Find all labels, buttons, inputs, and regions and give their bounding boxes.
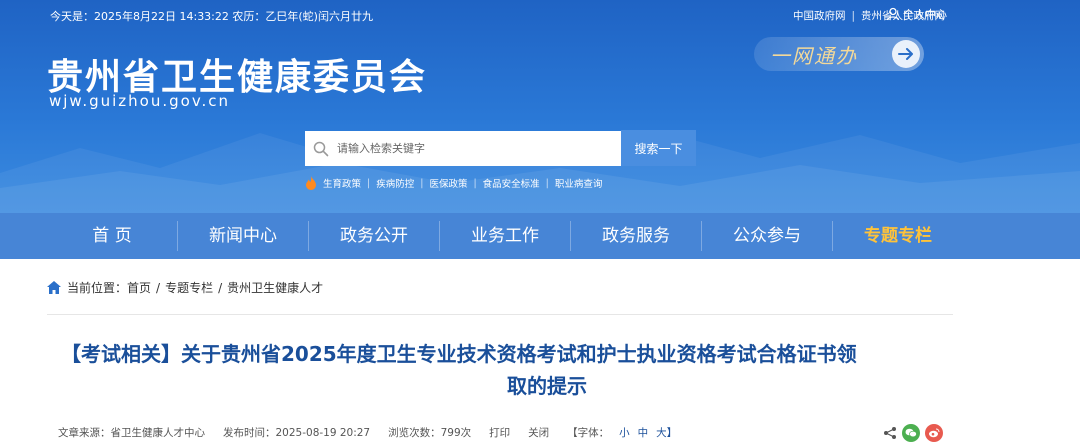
breadcrumb-item[interactable]: 贵州卫生健康人才 (227, 279, 323, 296)
nav-item-news[interactable]: 新闻中心 (178, 213, 308, 259)
hot-word-divider: | (420, 177, 424, 189)
divider-line (47, 314, 953, 315)
hot-word-item[interactable]: 食品安全标准 (483, 176, 540, 190)
one-net-label: 一网通办 (770, 43, 858, 68)
breadcrumb-separator: / (156, 280, 161, 295)
arrow-right-icon (892, 40, 920, 68)
nav-item-business[interactable]: 业务工作 (440, 213, 570, 259)
top-bar: 今天是：2025年8月22日 14:33:22 农历：乙巳年(蛇)闰六月廿九 中… (0, 0, 1080, 28)
home-icon (47, 281, 61, 294)
user-center-link[interactable]: 个人中心 (886, 6, 947, 22)
share-bar (883, 424, 943, 442)
site-header: 今天是：2025年8月22日 14:33:22 农历：乙巳年(蛇)闰六月廿九 中… (0, 0, 1080, 213)
search-box (305, 131, 621, 166)
hot-word-item[interactable]: 疾病防控 (376, 176, 414, 190)
close-button[interactable]: 关闭 (528, 425, 549, 440)
article-title-line1: 【考试相关】关于贵州省2025年度卫生专业技术资格考试和护士执业资格考试合格证书… (61, 342, 857, 366)
nav-item-services[interactable]: 政务服务 (571, 213, 701, 259)
article-publish-time: 发布时间：2025-08-19 20:27 (223, 427, 371, 439)
font-medium-button[interactable]: 中 (638, 425, 649, 440)
article-title: 【考试相关】关于贵州省2025年度卫生专业技术资格考试和护士执业资格考试合格证书… (47, 338, 1047, 402)
search-input[interactable] (335, 141, 599, 156)
main-nav: 首 页 新闻中心 政务公开 业务工作 政务服务 公众参与 专题专栏 (0, 213, 1080, 259)
user-center-label: 个人中心 (903, 8, 947, 21)
current-date: 今天是：2025年8月22日 14:33:22 农历：乙巳年(蛇)闰六月廿九 (50, 10, 373, 23)
hot-word-item[interactable]: 医保政策 (429, 176, 467, 190)
nav-item-participation[interactable]: 公众参与 (702, 213, 832, 259)
weibo-icon[interactable] (925, 424, 943, 442)
breadcrumb-item[interactable]: 首页 (127, 279, 151, 296)
nav-item-topics[interactable]: 专题专栏 (833, 213, 963, 259)
nav-item-gov-affairs[interactable]: 政务公开 (309, 213, 439, 259)
wechat-icon[interactable] (902, 424, 920, 442)
fire-icon (306, 176, 316, 190)
breadcrumb: 当前位置： 首页 / 专题专栏 / 贵州卫生健康人才 (47, 279, 323, 296)
article-meta: 文章来源：省卫生健康人才中心 发布时间：2025-08-19 20:27 浏览次… (58, 425, 681, 440)
breadcrumb-item[interactable]: 专题专栏 (165, 279, 213, 296)
gov-link[interactable]: 中国政府网 (793, 10, 846, 22)
hot-word-divider: | (473, 177, 477, 189)
hot-word-item[interactable]: 职业病查询 (555, 176, 603, 190)
breadcrumb-label: 当前位置： (67, 281, 128, 295)
site-domain: wjw.guizhou.gov.cn (49, 92, 231, 110)
link-separator: | (851, 10, 855, 22)
article-source: 文章来源：省卫生健康人才中心 (58, 427, 205, 439)
font-large-button[interactable]: 大】 (656, 425, 677, 440)
article-views: 浏览次数：799次 (388, 427, 472, 439)
hot-word-divider: | (545, 177, 549, 189)
print-button[interactable]: 打印 (489, 425, 510, 440)
one-net-button[interactable]: 一网通办 (754, 37, 924, 71)
search-icon (313, 141, 329, 156)
hot-words: 生育政策 | 疾病防控 | 医保政策 | 食品安全标准 | 职业病查询 (305, 176, 608, 190)
nav-item-home[interactable]: 首 页 (47, 213, 177, 259)
article-title-line2: 取的提示 (507, 374, 587, 398)
breadcrumb-separator: / (218, 280, 223, 295)
hot-word-item[interactable]: 生育政策 (323, 176, 361, 190)
font-size-label: 【字体： (567, 427, 610, 439)
font-small-button[interactable]: 小 (619, 425, 630, 440)
hot-word-divider: | (367, 177, 371, 189)
search-button[interactable]: 搜索一下 (621, 130, 696, 166)
share-icon[interactable] (883, 426, 897, 440)
user-icon (886, 7, 900, 21)
